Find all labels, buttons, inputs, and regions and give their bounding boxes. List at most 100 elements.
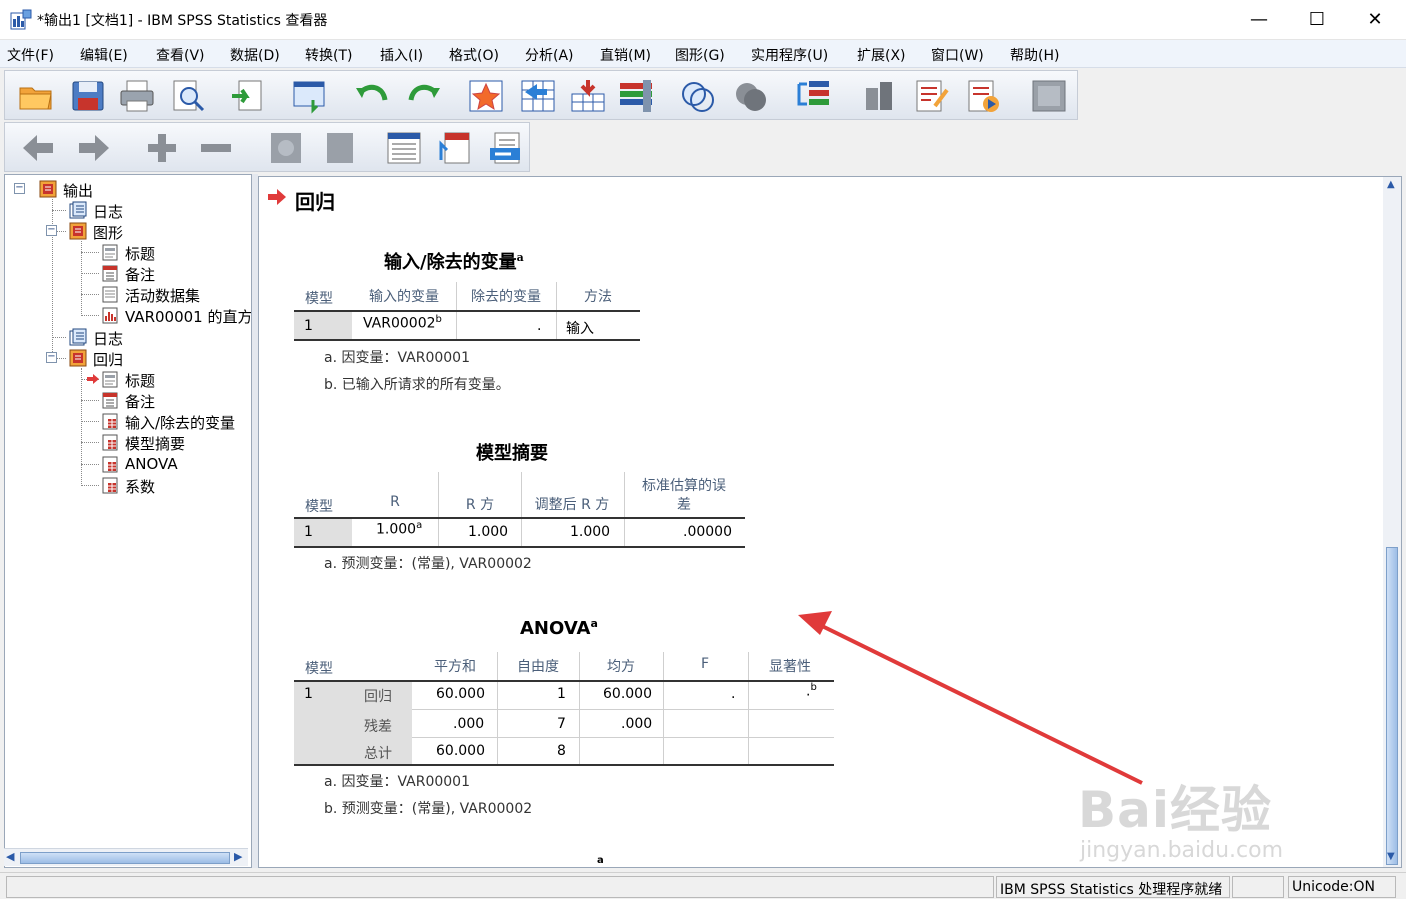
redo-icon[interactable] — [405, 78, 443, 114]
weight-icon[interactable] — [860, 78, 898, 114]
menu-extensions[interactable]: 扩展(X) — [857, 45, 906, 65]
circles-venn-icon[interactable] — [679, 78, 717, 114]
menu-window[interactable]: 窗口(W) — [931, 45, 984, 65]
insert-text-icon[interactable] — [487, 130, 525, 166]
table3-header-ms: 均方 — [607, 659, 635, 675]
status-message — [6, 876, 994, 898]
menu-insert[interactable]: 插入(I) — [380, 45, 423, 65]
outline-horizontal-scrollbar[interactable]: ◀ ▶ — [4, 848, 248, 866]
menu-file[interactable]: 文件(F) — [7, 45, 54, 65]
menu-bar: 文件(F) 编辑(E) 查看(V) 数据(D) 转换(T) 插入(I) 格式(O… — [0, 40, 1406, 68]
run-script-icon[interactable] — [965, 78, 1003, 114]
page-icon — [102, 244, 118, 261]
table2-header-model: 模型 — [305, 499, 333, 515]
table1-header-entered: 输入的变量 — [369, 289, 439, 305]
table3-header-df: 自由度 — [517, 659, 559, 675]
content-vertical-scrollbar[interactable]: ▲ ▼ — [1383, 177, 1401, 867]
table2-header-se-line2: 差 — [677, 497, 691, 513]
annotation-arrow-icon — [798, 611, 1143, 785]
table2-se: .00000 — [683, 524, 732, 540]
table3-regression-ss: 60.000 — [436, 686, 485, 702]
tree-label: 模型摘要 — [125, 435, 186, 453]
split-icon[interactable] — [795, 78, 833, 114]
recall-dialog-icon[interactable] — [291, 78, 329, 114]
menu-edit[interactable]: 编辑(E) — [80, 45, 128, 65]
maximize-button[interactable]: ☐ — [1288, 0, 1346, 40]
forward-icon[interactable] — [75, 130, 113, 166]
scroll-thumb[interactable] — [20, 852, 230, 864]
table1-header-removed: 除去的变量 — [471, 289, 541, 305]
insert-title-icon[interactable] — [437, 130, 475, 166]
table2-header-r2: R 方 — [465, 497, 495, 513]
scroll-down-icon[interactable]: ▼ — [1387, 851, 1395, 862]
minimize-button[interactable]: — — [1230, 0, 1288, 40]
table1-removed: . — [537, 318, 542, 334]
table3-row-regression-label: 回归 — [364, 689, 392, 705]
undo-icon[interactable] — [353, 78, 391, 114]
goto-variable-icon[interactable] — [519, 78, 557, 114]
menu-direct-marketing[interactable]: 直销(M) — [600, 45, 651, 65]
save-icon[interactable] — [69, 78, 107, 114]
next-table-title-sup: a — [597, 855, 604, 866]
insert-heading-icon[interactable] — [385, 130, 423, 166]
export-icon[interactable] — [229, 78, 267, 114]
menu-graphs[interactable]: 图形(G) — [675, 45, 725, 65]
scroll-right-icon[interactable]: ▶ — [234, 850, 242, 863]
table3-note-b: b. 预测变量：(常量), VAR00002 — [324, 801, 533, 817]
table-icon — [102, 413, 118, 430]
print-preview-icon[interactable] — [169, 78, 207, 114]
title-bar: *输出1 [文档1] - IBM SPSS Statistics 查看器 — ☐… — [0, 0, 1406, 40]
expander-regression[interactable]: − — [46, 352, 57, 363]
section-title: 回归 — [295, 190, 335, 214]
design-text-icon[interactable] — [913, 78, 951, 114]
table2-header-adj-r2: 调整后 R 方 — [534, 497, 610, 513]
tree-label: 输出 — [63, 182, 94, 200]
menu-help[interactable]: 帮助(H) — [1010, 45, 1059, 65]
hide-icon[interactable] — [321, 130, 359, 166]
disabled-icon[interactable] — [1030, 78, 1068, 114]
tree-label: 标题 — [125, 245, 156, 263]
expander-root[interactable]: − — [14, 183, 25, 194]
insert-cases-icon[interactable] — [569, 78, 607, 114]
table3-model: 1 — [304, 686, 313, 702]
menu-analyze[interactable]: 分析(A) — [525, 45, 574, 65]
collapse-icon[interactable] — [197, 130, 235, 166]
section-arrow-icon — [268, 189, 286, 205]
tree-label: 图形 — [93, 224, 124, 242]
expand-icon[interactable] — [143, 130, 181, 166]
book-icon — [39, 180, 57, 198]
chart-icon — [102, 307, 118, 324]
print-icon[interactable] — [118, 78, 156, 114]
close-button[interactable]: ✕ — [1346, 0, 1404, 40]
back-icon[interactable] — [19, 130, 57, 166]
tree-label: 回归 — [93, 351, 124, 369]
tree-label: 输入/除去的变量 — [125, 414, 236, 432]
goto-case-icon[interactable] — [467, 78, 505, 114]
scroll-up-icon[interactable]: ▲ — [1387, 179, 1395, 190]
table1-method: 输入 — [566, 321, 594, 337]
watermark-url: jingyan.baidu.com — [1080, 838, 1284, 863]
scroll-left-icon[interactable]: ◀ — [6, 850, 14, 863]
table1-header-method: 方法 — [584, 289, 612, 305]
variables-icon[interactable] — [617, 78, 655, 114]
menu-view[interactable]: 查看(V) — [156, 45, 205, 65]
menu-utilities[interactable]: 实用程序(U) — [751, 45, 828, 65]
open-icon[interactable] — [17, 78, 55, 114]
table3-header-model: 模型 — [305, 661, 333, 677]
status-unicode: Unicode:ON — [1288, 876, 1396, 898]
table3-residual-df: 7 — [557, 716, 566, 732]
book-icon — [69, 222, 87, 240]
menu-data[interactable]: 数据(D) — [230, 45, 280, 65]
tree-label: VAR00001 的直方 — [125, 308, 252, 326]
tree-label: 日志 — [93, 203, 124, 221]
scroll-thumb[interactable] — [1386, 547, 1398, 865]
show-icon[interactable] — [267, 130, 305, 166]
table2-model: 1 — [304, 524, 313, 540]
watermark-logo: Bai经验 — [1078, 781, 1272, 839]
menu-format[interactable]: 格式(O) — [449, 45, 499, 65]
table2-header-se-line1: 标准估算的误 — [642, 478, 726, 494]
table1-note-a: a. 因变量：VAR00001 — [324, 350, 471, 366]
expander-graph[interactable]: − — [46, 225, 57, 236]
menu-transform[interactable]: 转换(T) — [305, 45, 352, 65]
circles-gray-icon[interactable] — [732, 78, 770, 114]
